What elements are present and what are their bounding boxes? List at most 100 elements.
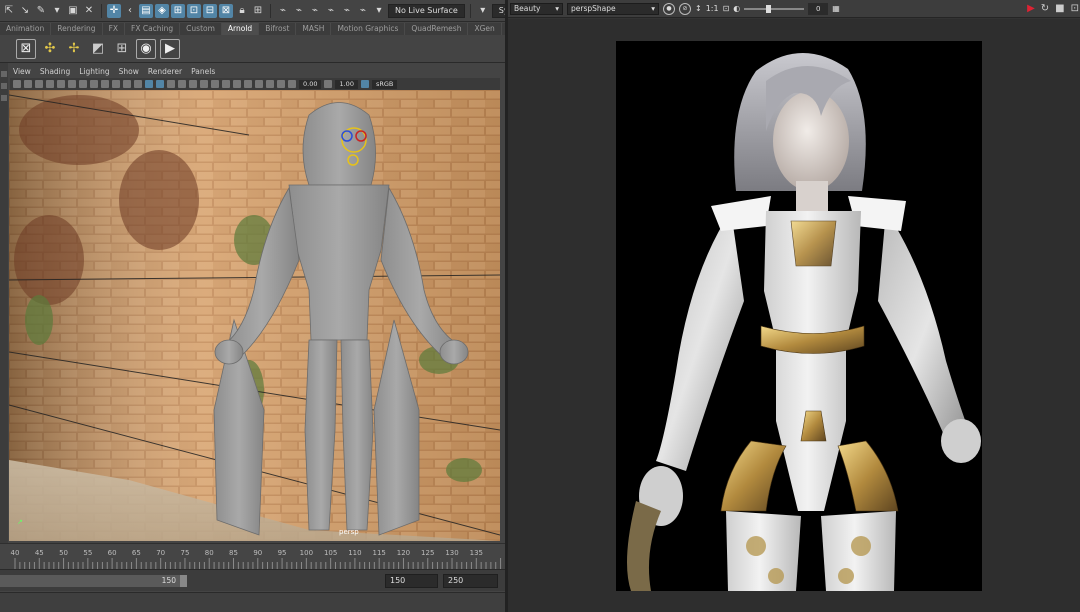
exposure-icon[interactable]: ◐ (733, 4, 740, 13)
camera-icon[interactable] (13, 80, 21, 88)
gamma-icon[interactable] (324, 80, 333, 88)
panel-menu-renderer[interactable]: Renderer (148, 67, 182, 78)
shelf-tab-animation[interactable]: Animation (0, 23, 52, 35)
shelf-tab-motion-graphics[interactable]: Motion Graphics (331, 23, 406, 35)
refresh-icon[interactable]: ↻ (1041, 3, 1049, 14)
render-view-icon[interactable]: ◉ (136, 38, 156, 59)
range-handle[interactable] (180, 575, 187, 587)
lock-icon[interactable]: 🔒︎ (235, 4, 249, 18)
panel-menu-lighting[interactable]: Lighting (79, 67, 109, 78)
snap-grid-icon[interactable]: ⌁ (276, 4, 290, 18)
wireframe-icon[interactable] (134, 80, 142, 88)
fit-icon[interactable]: ⊡ (723, 4, 730, 13)
panel-menu-panels[interactable]: Panels (191, 67, 215, 78)
exposure-field[interactable]: 0 (808, 2, 829, 15)
tool-icon[interactable] (1, 95, 7, 101)
panel-menu-show[interactable]: Show (119, 67, 139, 78)
wireframe-on-shaded-icon[interactable] (156, 80, 164, 88)
exposure-field[interactable]: 0.00 (299, 79, 322, 89)
film-gate-icon[interactable] (68, 80, 76, 88)
cube-icon[interactable]: ▣ (66, 4, 80, 18)
perspective-viewport[interactable]: ↗ persp (9, 90, 500, 541)
move-tool-icon[interactable]: ✛ (107, 3, 121, 18)
arrow-icon[interactable]: ↕ (695, 4, 702, 13)
snap-surface-icon[interactable]: ⌁ (340, 4, 354, 18)
backface-icon[interactable] (277, 80, 285, 88)
mesh-light-icon[interactable]: ◩ (88, 39, 108, 59)
time-slider[interactable]: 40 45 50 55 60 65 70 75 80 85 90 95 100 105 110 115 120 1… (0, 543, 505, 570)
end-time-field[interactable]: 150 (385, 574, 438, 588)
gamma-field[interactable]: 1.00 (335, 79, 358, 89)
shelf-tab-xgen[interactable]: XGen (468, 23, 502, 35)
snap-point-icon[interactable]: ⌁ (308, 4, 322, 18)
lasso-tool-icon[interactable]: ↘ (18, 4, 32, 18)
xray-icon[interactable] (255, 80, 263, 88)
textured-icon[interactable] (167, 80, 175, 88)
collapse-chevron-icon[interactable]: ‹ (123, 4, 137, 18)
stop-icon[interactable]: ■ (1055, 3, 1064, 14)
symmetry-chevron-icon[interactable]: ▾ (476, 4, 490, 18)
max-time-field[interactable]: 250 (443, 574, 498, 588)
shelf-tab-fx-caching[interactable]: FX Caching (125, 23, 181, 35)
select-edge-icon[interactable]: ⊟ (203, 3, 217, 18)
isolate-select-icon[interactable] (244, 80, 252, 88)
symmetry-field[interactable]: Symmetry: Off (491, 3, 505, 18)
chevron-down-icon[interactable]: ▾ (372, 4, 386, 18)
shelf-tab-mash[interactable]: MASH (296, 23, 332, 35)
ipr-play-icon[interactable]: ▶ (160, 38, 180, 59)
tool-icon[interactable] (1, 71, 7, 77)
shelf-tab-custom[interactable]: Custom (180, 23, 222, 35)
command-line[interactable] (0, 592, 505, 612)
lights-icon[interactable] (178, 80, 186, 88)
region-icon[interactable]: ⊡ (1071, 3, 1079, 14)
field-chart-icon[interactable] (101, 80, 109, 88)
motion-blur-icon[interactable] (211, 80, 219, 88)
select-face-icon[interactable]: ⊠ (219, 3, 233, 18)
skydome-light-icon[interactable]: ✢ (64, 39, 84, 59)
camera-select[interactable]: perspShape ▾ (567, 2, 659, 15)
snap-curve-icon[interactable]: ⌁ (292, 4, 306, 18)
select-hierarchy-icon[interactable]: ▤ (139, 3, 153, 18)
select-object-icon[interactable]: ◈ (155, 3, 169, 18)
panel-menu-shading[interactable]: Shading (40, 67, 70, 78)
grid-snap-icon[interactable]: ⊞ (251, 4, 265, 18)
smooth-shade-icon[interactable] (145, 80, 153, 88)
panel-menu-view[interactable]: View (13, 67, 31, 78)
shelf-tab-fx[interactable]: FX (103, 23, 126, 35)
menu-chevron-icon[interactable]: ▾ (50, 4, 64, 18)
image-plane-icon[interactable] (46, 80, 54, 88)
shadows-icon[interactable] (189, 80, 197, 88)
rendered-image[interactable] (616, 41, 982, 591)
xray-joints-icon[interactable] (266, 80, 274, 88)
area-light-icon[interactable]: ✣ (40, 39, 60, 59)
safe-action-icon[interactable] (112, 80, 120, 88)
snap-live-icon[interactable]: ⌁ (356, 4, 370, 18)
snap-view-icon[interactable]: ⌁ (324, 4, 338, 18)
aov-select[interactable]: Beauty ▾ (510, 2, 563, 15)
record-icon[interactable]: ● (663, 2, 675, 15)
live-surface-field[interactable]: No Live Surface (388, 3, 465, 18)
select-component-icon[interactable]: ⊞ (171, 3, 185, 18)
slider-knob[interactable] (766, 4, 772, 13)
select-vertex-icon[interactable]: ⊡ (187, 3, 201, 18)
snapshot-icon[interactable]: ▦ (832, 4, 840, 13)
color-management-icon[interactable] (360, 80, 369, 88)
exposure-icon[interactable] (288, 80, 296, 88)
exposure-slider[interactable] (744, 4, 805, 14)
shelf-tab-arnold[interactable]: Arnold (221, 23, 260, 35)
paint-select-icon[interactable]: ✎ (34, 4, 48, 18)
ambient-occlusion-icon[interactable] (200, 80, 208, 88)
anti-alias-icon[interactable] (222, 80, 230, 88)
safe-title-icon[interactable] (123, 80, 131, 88)
range-bar[interactable]: 150 (0, 575, 180, 587)
crop-icon[interactable]: ⊘ (679, 2, 691, 15)
depth-of-field-icon[interactable] (233, 80, 241, 88)
resolution-gate-icon[interactable] (79, 80, 87, 88)
gate-mask-icon[interactable] (90, 80, 98, 88)
camera-attr-icon[interactable] (24, 80, 32, 88)
shelf-tab-bifrost[interactable]: Bifrost (259, 23, 297, 35)
close-panel-icon[interactable]: ✕ (82, 4, 96, 18)
shelf-tab-rendering[interactable]: Rendering (51, 23, 103, 35)
ratio-label[interactable]: 1:1 (706, 4, 719, 13)
tool-icon[interactable] (1, 83, 7, 89)
